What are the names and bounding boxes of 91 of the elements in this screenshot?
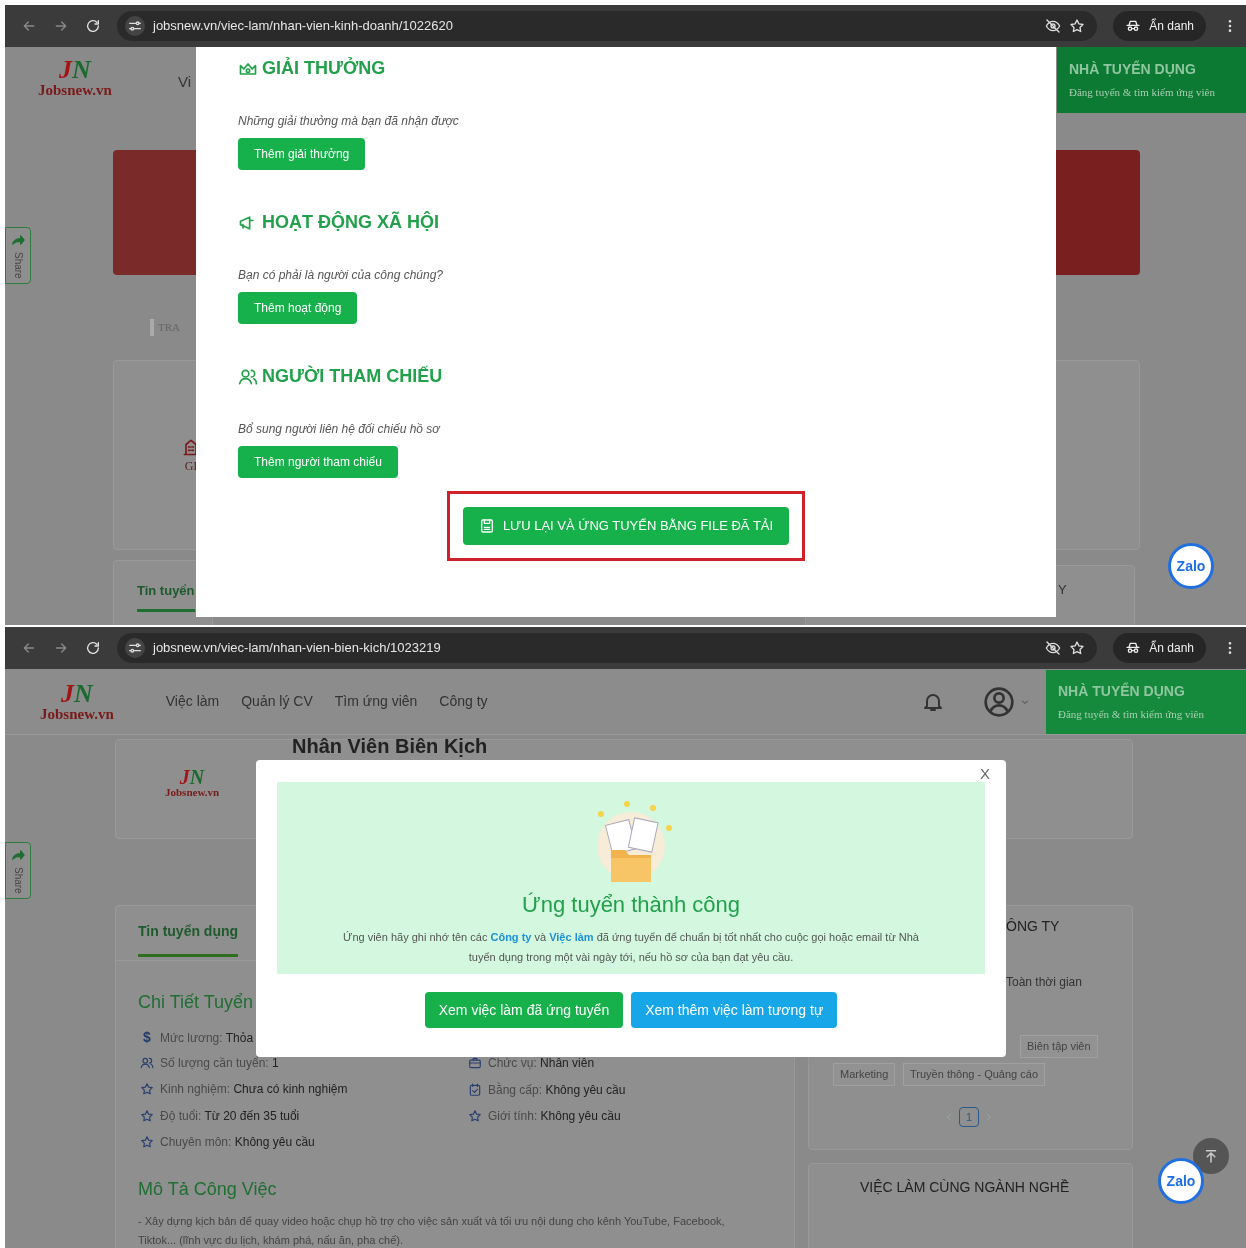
- job-tag[interactable]: Biên tập viên: [1020, 1035, 1098, 1058]
- people-icon: [140, 1055, 154, 1070]
- card-heading: VIỆC LÀM CÙNG NGÀNH NGHỀ: [860, 1178, 1070, 1197]
- bookmark-star-icon[interactable]: [1069, 640, 1086, 656]
- job-description: - Xây dựng kịch bản để quay video hoặc chụp hồ trợ cho việc sản xuất và tối ưu nội dung cho kênh YouTube, Facebook, Tiktok... (lĩnh vực du lịch, khám phá, nấu ăn, pha chế).: [138, 1214, 726, 1248]
- view-applied-jobs-button[interactable]: Xem việc làm đã ứng tuyển: [424, 992, 624, 1028]
- card-heading: Y: [1058, 581, 1067, 599]
- bookmark-star-icon[interactable]: [1069, 18, 1086, 34]
- incognito-icon: [1125, 18, 1142, 34]
- logo-text: Jobsnew.vn: [38, 83, 112, 98]
- star-icon: [140, 1135, 154, 1149]
- save-icon: [478, 517, 495, 534]
- nav-link[interactable]: Công ty: [439, 691, 488, 712]
- eye-off-icon[interactable]: [1045, 640, 1062, 656]
- dollar-icon: $: [140, 1027, 154, 1048]
- forward-icon[interactable]: [53, 640, 69, 656]
- reload-icon[interactable]: [85, 640, 101, 656]
- back-icon[interactable]: [21, 640, 37, 656]
- section-hint: Bổ sung người liên hệ đối chiếu hồ sơ: [238, 421, 440, 438]
- recruiter-title: NHÀ TUYỂN DỤNG: [1058, 681, 1186, 701]
- success-title: Ứng tuyển thành công: [521, 891, 741, 919]
- share-arrow-icon: [10, 847, 26, 863]
- zalo-chat-button[interactable]: Zalo: [1168, 543, 1214, 589]
- nav-link[interactable]: Vi: [178, 71, 192, 94]
- page-button[interactable]: 1: [959, 1107, 979, 1127]
- recruiter-banner[interactable]: NHÀ TUYỂN DỤNG Đăng tuyển & tìm kiếm ứng viên: [1046, 669, 1246, 734]
- reload-icon[interactable]: [85, 18, 101, 34]
- recruiter-subtitle: Đăng tuyển & tìm kiếm ứng viên: [1058, 706, 1205, 722]
- success-message: Ứng viên hãy ghi nhớ tên các Công ty và Việc làm đã ứng tuyển để chuẩn bị tốt nhất cho cuộc gọi hoặc email từ Nhà tuyển dụng trong một vài ngày tới, nếu hồ sơ của bạn đạt yêu cầu.: [342, 930, 920, 965]
- add-button[interactable]: Thêm giải thưởng: [238, 138, 366, 170]
- job-detail: Mức lương: Thỏa: [160, 1029, 254, 1047]
- nav-link[interactable]: Tìm ứng viên: [334, 691, 418, 712]
- briefcase-icon: [468, 1056, 482, 1070]
- job-detail: Chức vụ: Nhân viên: [488, 1055, 595, 1072]
- job-detail: Kinh nghiệm: Chưa có kinh nghiệm: [160, 1081, 348, 1098]
- section-hint: Những giải thưởng mà bạn đã nhận được: [238, 113, 459, 130]
- recruiter-title: NHÀ TUYỂN DỤNG: [1069, 59, 1197, 80]
- view-similar-jobs-button[interactable]: Xem thêm việc làm tương tự: [631, 992, 838, 1028]
- share-tab[interactable]: Share: [5, 227, 31, 284]
- tab[interactable]: Tin tuyển dụng: [138, 921, 239, 957]
- add-button[interactable]: Thêm người tham chiếu: [238, 446, 398, 478]
- logo-mark: JN: [59, 57, 91, 83]
- job-detail: Bằng cấp: Không yêu cầu: [488, 1081, 626, 1099]
- back-icon[interactable]: [21, 18, 37, 34]
- nav-link[interactable]: Việc làm: [165, 691, 220, 712]
- section-title: Chi Tiết Tuyển: [138, 991, 254, 1014]
- job-detail: Chuyên môn: Không yêu cầu: [160, 1134, 315, 1151]
- section-heading: NGƯỜI THAM CHIẾU: [262, 364, 443, 388]
- eye-off-icon[interactable]: [1045, 18, 1062, 34]
- star-icon: [140, 1108, 154, 1123]
- section-title: Mô Tả Công Việc: [138, 1178, 277, 1201]
- job-detail: Giới tính: Không yêu cầu: [488, 1108, 621, 1125]
- incognito-chip[interactable]: Ẩn danh: [1113, 11, 1206, 41]
- nav-link[interactable]: Quản lý CV: [241, 691, 313, 712]
- submit-button[interactable]: LƯU LẠI VÀ ỨNG TUYỂN BẰNG FILE ĐÃ TẢI: [462, 507, 790, 545]
- close-button[interactable]: X: [980, 766, 990, 782]
- job-tag[interactable]: Marketing: [833, 1063, 896, 1086]
- card-heading: ÔNG TY: [1006, 917, 1060, 936]
- job-tag[interactable]: Truyền thông - Quảng cáo: [903, 1063, 1045, 1086]
- logo-mark: JN: [61, 681, 93, 707]
- url-text: jobsnew.vn/viec-lam/nhan-vien-kinh-doanh/1022620: [153, 17, 454, 36]
- address-bar[interactable]: jobsnew.vn/viec-lam/nhan-vien-bien-kich/1023219: [117, 633, 1098, 663]
- star-icon: [140, 1082, 154, 1096]
- section-heading: GIẢI THƯỞNG: [262, 56, 386, 80]
- share-arrow-icon: [10, 232, 26, 248]
- company-logo-text: GI: [184, 458, 198, 475]
- zalo-chat-button[interactable]: Zalo: [1158, 1158, 1204, 1204]
- site-info-icon[interactable]: [125, 16, 145, 36]
- url-text: jobsnew.vn/viec-lam/nhan-vien-bien-kich/1023219: [153, 639, 442, 658]
- recruiter-subtitle: Đăng tuyển & tìm kiếm ứng viên: [1069, 85, 1216, 101]
- back-to-top-icon[interactable]: [1193, 1138, 1229, 1174]
- logo-mark: JN: [179, 767, 205, 787]
- job-title: Nhân Viên Biên Kịch: [292, 735, 488, 757]
- share-tab[interactable]: Share: [5, 842, 31, 899]
- logo-text: Jobsnew.vn: [165, 787, 220, 798]
- job-detail: Số lượng cần tuyển: 1: [160, 1054, 279, 1072]
- user-avatar-icon[interactable]: [983, 685, 1015, 718]
- incognito-icon: [1125, 640, 1142, 656]
- add-button[interactable]: Thêm hoạt động: [238, 292, 358, 324]
- work-type: Toàn thời gian: [1006, 974, 1082, 991]
- forward-icon[interactable]: [53, 18, 69, 34]
- certificate-icon: [468, 1082, 482, 1097]
- job-detail: Độ tuổi: Từ 20 đến 35 tuổi: [160, 1107, 300, 1125]
- address-bar[interactable]: jobsnew.vn/viec-lam/nhan-vien-kinh-doanh/1022620: [117, 11, 1098, 41]
- logo-text: Jobsnew.vn: [40, 707, 114, 722]
- section-hint: Bạn có phải là người của công chúng?: [238, 267, 443, 284]
- site-info-icon[interactable]: [125, 638, 145, 658]
- section-heading: HOẠT ĐỘNG XÃ HỘI: [262, 210, 439, 234]
- recruiter-banner[interactable]: NHÀ TUYỂN DỤNG Đăng tuyển & tìm kiếm ứng viên: [1057, 47, 1246, 113]
- star-icon: [468, 1109, 482, 1123]
- incognito-chip[interactable]: Ẩn danh: [1113, 633, 1206, 663]
